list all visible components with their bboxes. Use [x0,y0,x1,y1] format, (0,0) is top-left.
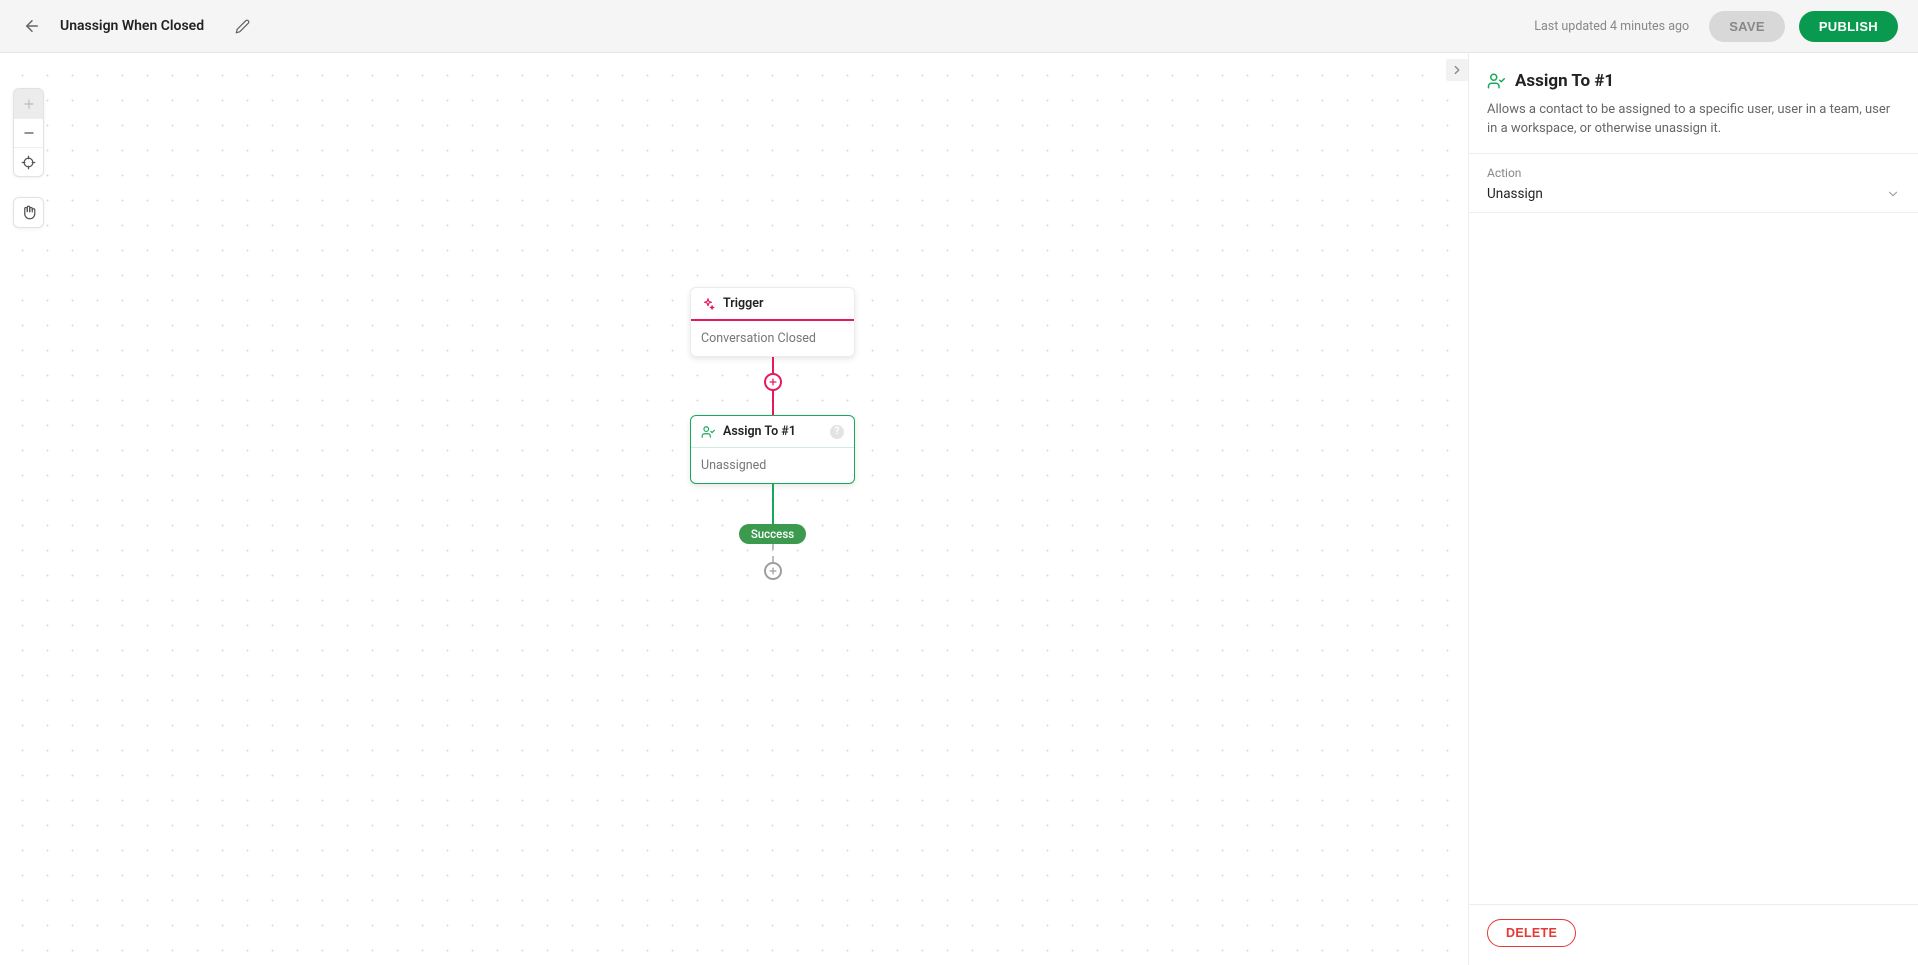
collapse-sidebar-button[interactable] [1446,59,1468,81]
hand-icon [21,205,36,220]
assign-to-node[interactable]: Assign To #1 ? Unassigned [690,415,855,484]
pencil-icon [235,19,250,34]
minus-icon [22,126,36,140]
flow-column: Trigger Conversation Closed Assign To #1… [690,287,855,580]
add-step-end-button[interactable] [764,562,782,580]
connector-line [772,391,774,415]
sidebar-spacer [1469,213,1918,904]
sidebar-description: Allows a contact to be assigned to a spe… [1469,101,1918,154]
workflow-canvas[interactable]: Trigger Conversation Closed Assign To #1… [0,53,1468,965]
trigger-node[interactable]: Trigger Conversation Closed [690,287,855,357]
trigger-node-header: Trigger [691,288,854,321]
connector-line [772,484,774,524]
action-label: Action [1487,166,1900,180]
header-right: Last updated 4 minutes ago SAVE PUBLISH [1534,11,1898,42]
trigger-node-body: Conversation Closed [691,321,854,356]
success-pill: Success [739,524,806,544]
zoom-out-button[interactable] [14,118,43,147]
workflow-title: Unassign When Closed [60,18,204,34]
user-assign-icon [1487,72,1505,90]
action-field: Action Unassign [1469,154,1918,213]
crosshair-icon [21,155,36,170]
edit-title-button[interactable] [230,14,254,38]
sidebar-footer: DELETE [1469,904,1918,965]
main: Trigger Conversation Closed Assign To #1… [0,53,1918,965]
header-left: Unassign When Closed [20,14,254,38]
publish-button[interactable]: PUBLISH [1799,11,1898,42]
last-updated-label: Last updated 4 minutes ago [1534,19,1689,34]
properties-sidebar: Assign To #1 Allows a contact to be assi… [1468,53,1918,965]
recenter-button[interactable] [14,147,43,176]
action-select[interactable]: Unassign [1487,186,1900,206]
help-icon[interactable]: ? [830,425,844,439]
assign-node-body: Unassigned [691,448,854,483]
assign-node-header: Assign To #1 ? [691,416,854,448]
plus-icon [768,566,778,576]
add-step-button[interactable] [764,373,782,391]
connector-line-dashed [772,544,774,562]
trigger-node-title: Trigger [723,296,763,311]
sparkle-icon [701,297,715,311]
assign-node-title: Assign To #1 [723,424,796,439]
plus-icon [768,377,778,387]
save-button[interactable]: SAVE [1709,11,1785,42]
delete-button[interactable]: DELETE [1487,919,1576,947]
arrow-left-icon [23,17,41,35]
pan-tool-group [13,197,44,228]
plus-icon [22,97,36,111]
header-bar: Unassign When Closed Last updated 4 minu… [0,0,1918,53]
chevron-right-icon [1450,63,1464,77]
back-button[interactable] [20,14,44,38]
canvas-tools [13,88,44,228]
pan-button[interactable] [14,198,43,227]
action-select-value: Unassign [1487,186,1543,202]
zoom-in-button[interactable] [14,89,43,118]
chevron-down-icon [1886,187,1900,201]
sidebar-title: Assign To #1 [1515,71,1614,91]
user-assign-icon [701,425,715,439]
sidebar-header: Assign To #1 [1469,53,1918,101]
connector-line [772,357,774,373]
zoom-tool-group [13,88,44,177]
